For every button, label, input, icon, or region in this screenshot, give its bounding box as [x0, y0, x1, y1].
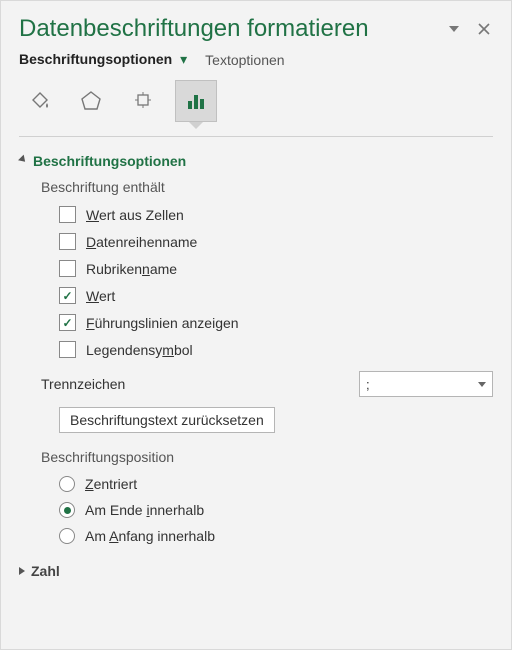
- section-number-header[interactable]: Zahl: [19, 563, 493, 579]
- tab-text-options[interactable]: Textoptionen: [205, 52, 284, 68]
- radio-icon: [59, 502, 75, 518]
- pane-title: Datenbeschriftungen formatieren: [19, 15, 433, 43]
- options-body: Beschriftungsoptionen Beschriftung enthä…: [1, 137, 511, 591]
- effects-icon[interactable]: [71, 80, 111, 120]
- close-button[interactable]: [475, 20, 493, 38]
- paint-bucket-icon: [27, 88, 51, 112]
- size-properties-icon[interactable]: [123, 80, 163, 120]
- separator-row: Trennzeichen Trennzeichen ;: [41, 363, 493, 405]
- checkbox-legend-key[interactable]: Legendensymbol Legendensymbol: [41, 336, 493, 363]
- checkbox-icon: [59, 341, 76, 358]
- fill-line-icon[interactable]: [19, 80, 59, 120]
- checkbox-icon: [59, 287, 76, 304]
- category-icons: [1, 68, 511, 122]
- separator-select[interactable]: ;: [359, 371, 493, 397]
- checkbox-icon: [59, 314, 76, 331]
- section-label-options-header[interactable]: Beschriftungsoptionen: [19, 153, 493, 169]
- radio-center[interactable]: Zentriert Zentriert: [41, 471, 493, 497]
- label-position-title: Beschriftungsposition: [41, 449, 493, 465]
- checkbox-value[interactable]: Wert Wert: [41, 282, 493, 309]
- pentagon-icon: [79, 88, 103, 112]
- radio-inside-base[interactable]: Am Anfang innerhalb Am Anfang innerhalb: [41, 523, 493, 549]
- section-label-options-body: Beschriftung enthält Wert aus Zellen Wer…: [19, 169, 493, 557]
- size-icon: [131, 88, 155, 112]
- checkbox-leader-lines[interactable]: Führungslinien anzeigen Führungslinien a…: [41, 309, 493, 336]
- chevron-down-icon: ▾: [180, 51, 187, 67]
- format-data-labels-pane: Datenbeschriftungen formatieren Beschrif…: [0, 0, 512, 650]
- tab-label-options[interactable]: Beschriftungsoptionen ▾: [19, 51, 187, 68]
- chevron-down-icon: [478, 382, 486, 387]
- checkbox-icon: [59, 206, 76, 223]
- label-contains-title: Beschriftung enthält: [41, 179, 493, 195]
- task-pane-options-button[interactable]: [445, 20, 463, 38]
- bar-chart-icon: [184, 89, 208, 113]
- radio-inside-end[interactable]: Am Ende innerhalb Am Ende innerhalb: [41, 497, 493, 523]
- tab-row: Beschriftungsoptionen ▾ Textoptionen: [1, 51, 511, 68]
- checkbox-icon: [59, 233, 76, 250]
- radio-icon: [59, 476, 75, 492]
- checkbox-icon: [59, 260, 76, 277]
- label-options-icon[interactable]: [175, 80, 217, 122]
- pane-header: Datenbeschriftungen formatieren: [1, 1, 511, 51]
- checkbox-series-name[interactable]: Datenreihenname Datenreihenname: [41, 228, 493, 255]
- disclosure-triangle-icon: [18, 155, 28, 165]
- reset-label-text-button[interactable]: Beschriftungstext zurücksetzen Beschrift…: [59, 407, 275, 433]
- radio-icon: [59, 528, 75, 544]
- checkbox-value-from-cells[interactable]: Wert aus Zellen Wert aus Zellen: [41, 201, 493, 228]
- disclosure-triangle-icon: [19, 567, 25, 575]
- checkbox-category-name[interactable]: Rubrikenname Rubrikenname: [41, 255, 493, 282]
